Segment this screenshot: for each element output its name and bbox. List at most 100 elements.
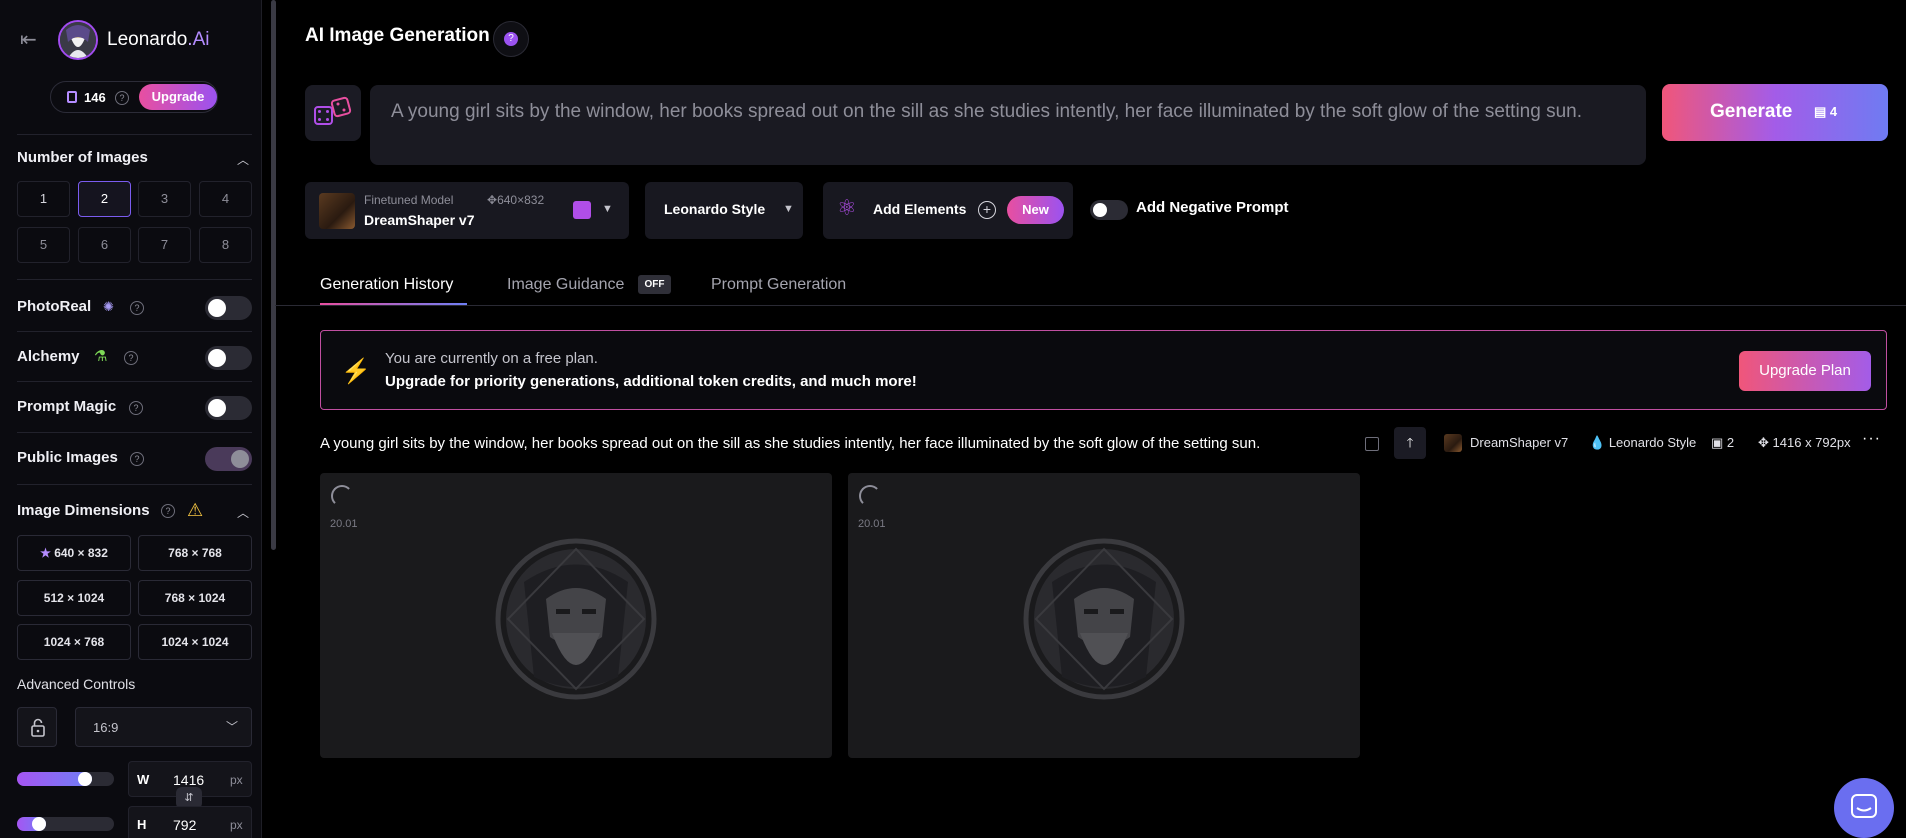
width-slider[interactable] — [17, 772, 114, 786]
image-count-8[interactable]: 8 — [199, 227, 252, 263]
advanced-controls-label: Advanced Controls — [17, 676, 136, 692]
prompt-magic-help-icon[interactable]: ? — [129, 401, 143, 415]
divider — [17, 381, 252, 382]
public-images-label: Public Images — [17, 449, 118, 466]
dimension-768x768[interactable]: 768 × 768 — [138, 535, 252, 571]
help-icon: ? — [504, 32, 518, 46]
page-help-button[interactable]: ? — [493, 21, 529, 57]
alchemy-help-icon[interactable]: ? — [124, 351, 138, 365]
height-field-label: H — [137, 817, 147, 832]
more-options-icon[interactable]: ··· — [1862, 430, 1881, 448]
generated-image-placeholder[interactable]: 20.01 — [320, 473, 832, 758]
model-selector[interactable]: Finetuned Model ✥640×832 DreamShaper v7 … — [305, 182, 629, 239]
image-count-4[interactable]: 4 — [199, 181, 252, 217]
dimension-768x1024[interactable]: 768 × 1024 — [138, 580, 252, 616]
height-slider[interactable] — [17, 817, 114, 831]
arrow-up-icon: 🡑 — [1406, 435, 1414, 450]
image-count-1[interactable]: 1 — [17, 181, 70, 217]
prompt-magic-row: Prompt Magic ? — [17, 394, 252, 422]
leonardo-logo — [58, 20, 98, 60]
copy-icon[interactable] — [1365, 437, 1379, 451]
tab-generation-history[interactable]: Generation History — [320, 276, 453, 294]
leonardo-placeholder-icon — [495, 538, 657, 700]
image-count-6[interactable]: 6 — [78, 227, 131, 263]
sidebar-header: ⇤ Leonardo.Ai — [0, 18, 261, 62]
generation-model: DreamShaper v7 — [1470, 435, 1569, 450]
height-slider-handle[interactable] — [32, 817, 46, 831]
token-icon: ▤ — [1814, 104, 1827, 119]
warning-icon: ⚠ — [187, 500, 204, 520]
upgrade-button[interactable]: Upgrade — [139, 84, 217, 110]
aspect-ratio-select[interactable]: 16:9 ﹀ — [75, 707, 252, 747]
chevron-down-icon: ﹀ — [226, 720, 239, 734]
divider — [17, 484, 252, 485]
public-images-help-icon[interactable]: ? — [130, 452, 144, 466]
image-dimensions-help-icon[interactable]: ? — [161, 504, 175, 518]
prompt-text[interactable]: A young girl sits by the window, her boo… — [391, 99, 1621, 125]
chevron-up-icon[interactable]: ︿ — [237, 504, 249, 521]
collapse-sidebar-icon[interactable]: ⇤ — [20, 30, 37, 50]
image-count-7[interactable]: 7 — [138, 227, 191, 263]
photoreal-help-icon[interactable]: ? — [130, 301, 144, 315]
dimension-1024x768[interactable]: 1024 × 768 — [17, 624, 131, 660]
sidebar: ⇤ Leonardo.Ai 146 ? Upgrade Number of Im… — [0, 0, 262, 838]
width-slider-handle[interactable] — [78, 772, 92, 786]
prompt-input[interactable]: A young girl sits by the window, her boo… — [370, 85, 1646, 165]
photoreal-toggle[interactable] — [205, 296, 252, 320]
tab-prompt-generation[interactable]: Prompt Generation — [711, 276, 846, 294]
lightning-icon: ⚡ — [341, 358, 371, 385]
style-name: Leonardo Style — [664, 201, 766, 217]
tabs-divider — [275, 305, 1906, 306]
random-prompt-button[interactable] — [305, 85, 361, 141]
images-icon: ▣ — [1711, 435, 1724, 450]
support-chat-button[interactable] — [1834, 778, 1894, 838]
dimension-640x832[interactable]: ★ 640 × 832 — [17, 535, 131, 571]
banner-line-1: You are currently on a free plan. — [385, 350, 598, 367]
image-count-2[interactable]: 2 — [78, 181, 131, 217]
add-elements-button[interactable]: ⚛ Add Elements + New — [823, 182, 1073, 239]
prompt-magic-toggle[interactable] — [205, 396, 252, 420]
token-balance: 146 ? Upgrade — [50, 81, 218, 113]
upgrade-plan-button[interactable]: Upgrade Plan — [1739, 351, 1871, 391]
aspect-ratio-value: 16:9 — [93, 720, 119, 735]
generation-time: 20.01 — [330, 518, 358, 530]
width-value[interactable]: 1416 — [173, 772, 204, 788]
token-help-icon[interactable]: ? — [115, 91, 129, 105]
negative-prompt-toggle[interactable] — [1090, 200, 1128, 220]
height-unit: px — [230, 818, 243, 832]
height-field[interactable]: H 792 px — [128, 806, 252, 838]
alchemy-toggle[interactable] — [205, 346, 252, 370]
reuse-prompt-button[interactable]: 🡑 — [1394, 427, 1426, 459]
dimension-512x1024[interactable]: 512 × 1024 — [17, 580, 131, 616]
caret-down-icon: ▼ — [602, 203, 613, 215]
style-selector[interactable]: Leonardo Style ▼ — [645, 182, 803, 239]
generated-image-placeholder[interactable]: 20.01 — [848, 473, 1360, 758]
model-thumbnail — [319, 193, 355, 229]
dice-icon — [314, 96, 352, 125]
plus-icon: + — [978, 201, 996, 219]
width-unit: px — [230, 773, 243, 787]
image-count-3[interactable]: 3 — [138, 181, 191, 217]
token-count: 146 — [84, 90, 106, 105]
generate-button[interactable]: Generate ▤ 4 — [1662, 84, 1888, 141]
image-count-5[interactable]: 5 — [17, 227, 70, 263]
leonardo-placeholder-icon — [1023, 538, 1185, 700]
model-notes-icon[interactable] — [573, 201, 591, 219]
public-images-toggle[interactable] — [205, 447, 252, 471]
model-size: ✥640×832 — [487, 193, 545, 207]
aspect-lock-button[interactable] — [17, 707, 57, 747]
alchemy-row: Alchemy ⚗ ? — [17, 344, 252, 372]
number-of-images-title: Number of Images — [17, 149, 148, 166]
generation-dimensions: ✥ 1416 x 792px — [1758, 435, 1851, 450]
alchemy-flask-icon: ⚗ — [94, 348, 108, 365]
dimension-1024x1024[interactable]: 1024 × 1024 — [138, 624, 252, 660]
prompt-magic-label: Prompt Magic — [17, 398, 117, 415]
width-field-label: W — [137, 772, 150, 787]
chevron-up-icon[interactable]: ︿ — [237, 151, 249, 168]
sidebar-scrollbar[interactable] — [271, 0, 276, 550]
tab-image-guidance[interactable]: Image Guidance — [507, 276, 624, 294]
height-value[interactable]: 792 — [173, 817, 196, 833]
image-dimensions-title: Image Dimensions — [17, 502, 150, 519]
loading-spinner-icon — [859, 485, 881, 507]
generate-label: Generate — [1710, 101, 1793, 122]
